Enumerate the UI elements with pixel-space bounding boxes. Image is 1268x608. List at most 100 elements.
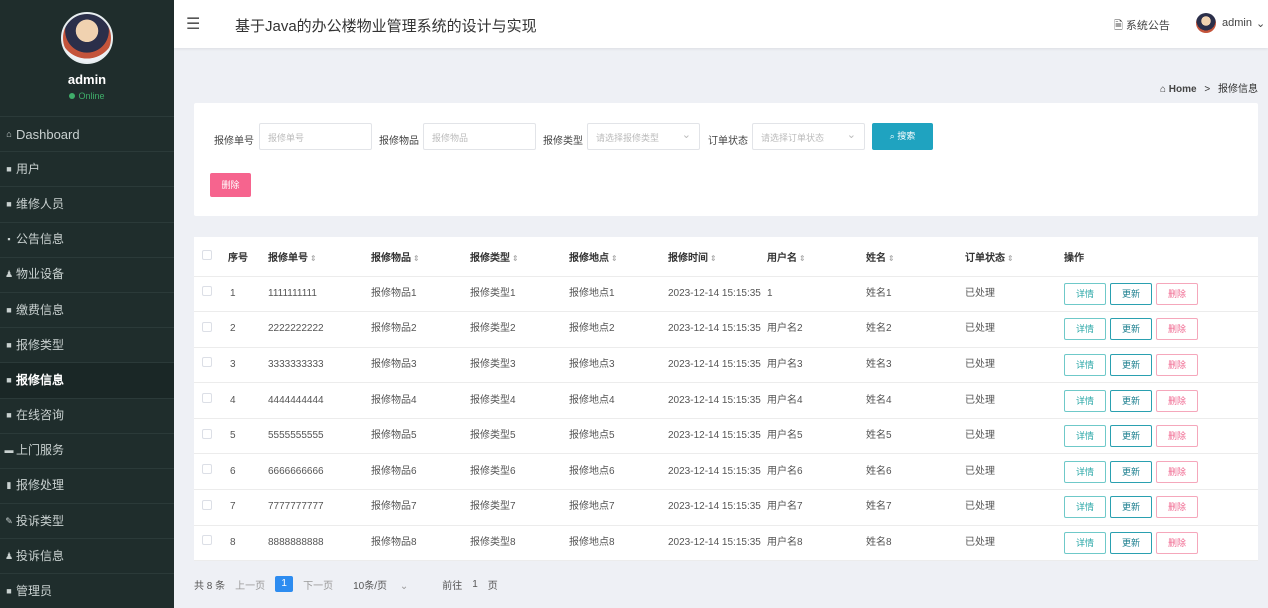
row-checkbox[interactable]	[202, 428, 212, 439]
update-button[interactable]: 更新	[1110, 496, 1153, 519]
column-header-8[interactable]: 订单状态 ⇕	[965, 237, 1064, 277]
detail-button[interactable]: 详情	[1064, 282, 1107, 305]
detail-button[interactable]: 详情	[1064, 460, 1107, 483]
sort-icon[interactable]: ⇕	[310, 254, 317, 263]
table-cell: 报修物品3	[371, 347, 470, 384]
order-no-label: 报修单号	[214, 136, 254, 147]
column-header-2[interactable]: 报修物品 ⇕	[371, 237, 470, 277]
sidebar-item-11[interactable]: ✎ 投诉类型	[0, 503, 174, 538]
row-checkbox[interactable]	[202, 321, 212, 332]
column-header-1[interactable]: 报修单号 ⇕	[268, 237, 371, 277]
batch-delete-button[interactable]: 删除	[210, 173, 251, 197]
column-header-label: 序号	[228, 252, 248, 264]
column-header-label: 订单状态	[965, 252, 1005, 264]
detail-button[interactable]: 详情	[1064, 531, 1107, 554]
update-button[interactable]: 更新	[1110, 425, 1153, 448]
sidebar-item-5[interactable]: ■ 缴费信息	[0, 291, 174, 327]
search-button[interactable]: ⌕ 搜索	[872, 123, 933, 150]
page-size-value: 10条/页	[353, 580, 388, 592]
row-select-cell	[194, 276, 228, 313]
row-checkbox[interactable]	[202, 286, 212, 297]
table-cell: 用户名5	[767, 418, 866, 455]
column-header-5[interactable]: 报修时间 ⇕	[668, 237, 767, 277]
delete-button[interactable]: 删除	[1156, 389, 1199, 412]
row-checkbox[interactable]	[202, 464, 212, 475]
detail-button[interactable]: 详情	[1064, 318, 1107, 341]
update-button[interactable]: 更新	[1110, 389, 1153, 412]
sidebar-item-2[interactable]: ■ 维修人员	[0, 186, 174, 221]
detail-button[interactable]: 详情	[1064, 389, 1107, 412]
update-button[interactable]: 更新	[1110, 531, 1153, 554]
chevron-down-icon: ⌄	[399, 580, 409, 592]
sidebar-item-6[interactable]: ■ 报修类型	[0, 327, 174, 362]
sidebar-item-3[interactable]: ▪ 公告信息	[0, 221, 174, 257]
row-checkbox[interactable]	[202, 357, 212, 368]
table-cell: 姓名8	[866, 525, 965, 562]
table-cell: 6	[228, 453, 268, 491]
page-size-select[interactable]: 10条/页 ⌄	[353, 577, 418, 592]
avatar[interactable]	[61, 12, 113, 64]
detail-button[interactable]: 详情	[1064, 425, 1107, 448]
table-cell: 8888888888	[268, 525, 371, 562]
order-no-input[interactable]: 报修单号	[259, 123, 372, 150]
sidebar-item-7[interactable]: ■ 报修信息	[0, 362, 174, 398]
sidebar-item-0[interactable]: ⌂ Dashboard	[0, 116, 174, 151]
delete-button[interactable]: 删除	[1156, 425, 1199, 448]
table-cell: 报修类型8	[470, 525, 569, 562]
menu-item-icon: ■	[6, 339, 12, 350]
sidebar-item-4[interactable]: ♟ 物业设备	[0, 256, 174, 292]
delete-button[interactable]: 删除	[1156, 282, 1199, 305]
status-select[interactable]: 请选择订单状态	[752, 123, 865, 150]
table-cell: 报修物品6	[371, 453, 470, 491]
column-header-3[interactable]: 报修类型 ⇕	[470, 237, 569, 277]
item-input[interactable]: 报修物品	[423, 123, 536, 150]
table-cell: 2023-12-14 15:15:35	[668, 418, 767, 455]
detail-button[interactable]: 详情	[1064, 496, 1107, 519]
sidebar-item-1[interactable]: ■ 用户	[0, 151, 174, 186]
table-row: 5 5555555555 报修物品5 报修类型5 报修地点5 2023-12-14 15:…	[194, 418, 1258, 455]
sidebar-item-label: 报修信息	[16, 372, 65, 387]
goto-page-input[interactable]: 1	[472, 579, 478, 590]
row-checkbox[interactable]	[202, 393, 212, 404]
type-select[interactable]: 请选择报修类型	[587, 123, 700, 150]
delete-button[interactable]: 删除	[1156, 318, 1199, 341]
delete-button[interactable]: 删除	[1156, 531, 1199, 554]
sort-icon[interactable]: ⇕	[512, 254, 519, 263]
sort-icon[interactable]: ⇕	[1007, 254, 1014, 263]
delete-button[interactable]: 删除	[1156, 496, 1199, 519]
select-all-checkbox[interactable]	[202, 249, 212, 260]
user-menu[interactable]: admin ⌄	[1196, 13, 1265, 33]
row-checkbox[interactable]	[202, 535, 212, 546]
row-checkbox[interactable]	[202, 499, 212, 510]
sort-icon[interactable]: ⇕	[888, 254, 895, 263]
update-button[interactable]: 更新	[1110, 353, 1153, 376]
column-header-6[interactable]: 用户名 ⇕	[767, 237, 866, 277]
breadcrumb-home[interactable]: Home	[1169, 84, 1197, 95]
table-cell: 已处理	[965, 347, 1064, 384]
sidebar-item-10[interactable]: ▮ 报修处理	[0, 467, 174, 503]
column-header-7[interactable]: 姓名 ⇕	[866, 237, 965, 277]
table-cell: 报修物品5	[371, 418, 470, 455]
update-button[interactable]: 更新	[1110, 282, 1153, 305]
table-cell: 2023-12-14 15:15:35	[668, 382, 767, 419]
sidebar-item-13[interactable]: ■ 管理员	[0, 573, 174, 608]
menu-toggle-icon[interactable]: ☰	[186, 14, 200, 34]
sidebar-item-9[interactable]: ▬ 上门服务	[0, 432, 174, 468]
update-button[interactable]: 更新	[1110, 318, 1153, 341]
column-header-4[interactable]: 报修地点 ⇕	[569, 237, 668, 277]
delete-button[interactable]: 删除	[1156, 353, 1199, 376]
prev-page-button[interactable]: 上一页	[235, 577, 265, 592]
sidebar-item-12[interactable]: ♟ 投诉信息	[0, 538, 174, 573]
current-page-button[interactable]: 1	[275, 576, 294, 592]
sidebar-item-8[interactable]: ■ 在线咨询	[0, 397, 174, 433]
system-notice-link[interactable]: 🗎 系统公告	[1114, 17, 1170, 36]
sort-icon[interactable]: ⇕	[413, 254, 420, 263]
delete-button[interactable]: 删除	[1156, 460, 1199, 483]
next-page-button[interactable]: 下一页	[303, 577, 333, 592]
sort-icon[interactable]: ⇕	[611, 254, 618, 263]
sort-icon[interactable]: ⇕	[710, 254, 717, 263]
sort-icon[interactable]: ⇕	[799, 254, 806, 263]
column-header-label: 报修物品	[371, 252, 411, 264]
detail-button[interactable]: 详情	[1064, 353, 1107, 376]
update-button[interactable]: 更新	[1110, 460, 1153, 483]
